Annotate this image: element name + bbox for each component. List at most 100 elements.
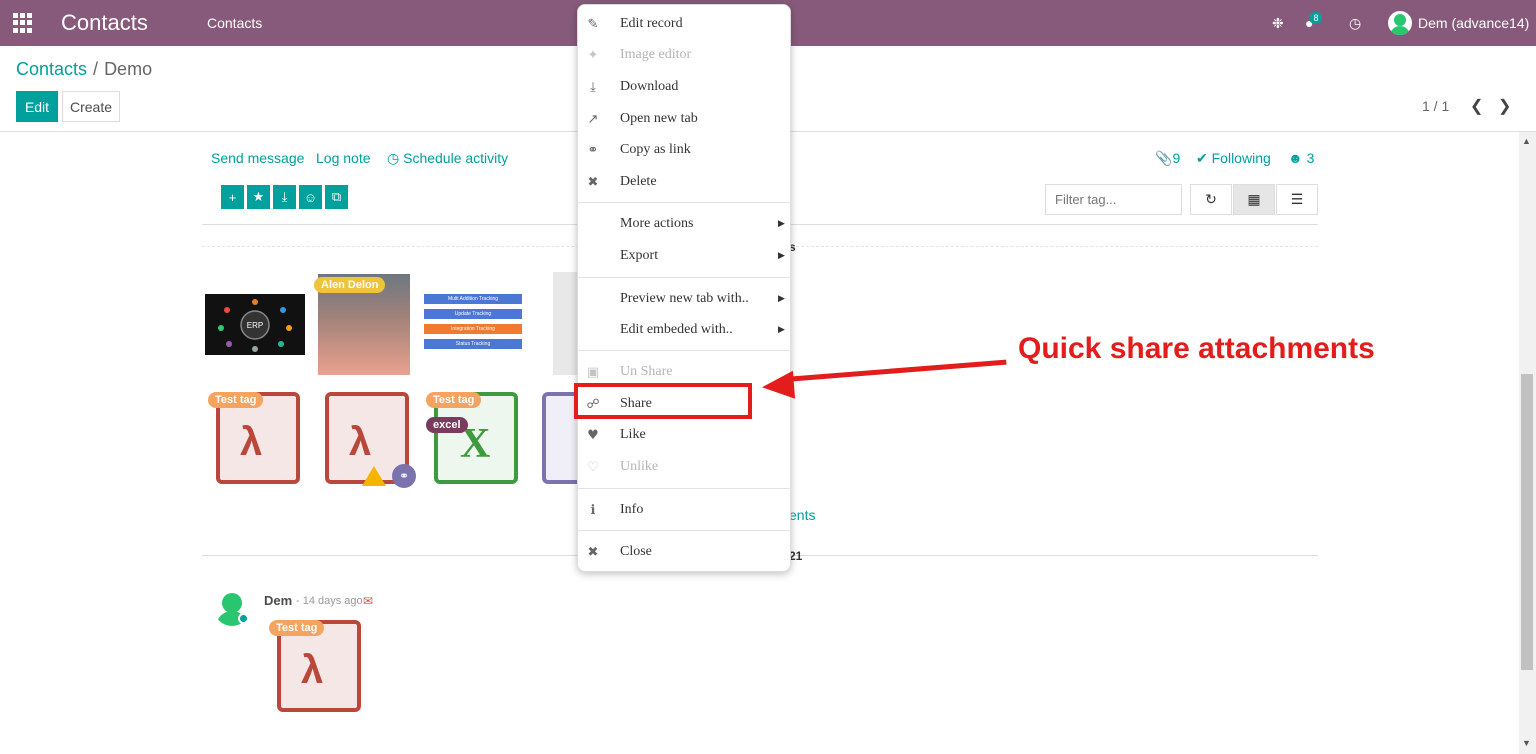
- scrollbar-thumb[interactable]: [1521, 374, 1533, 670]
- following-label: Following: [1211, 150, 1271, 166]
- menu-info[interactable]: ℹ Info: [578, 496, 792, 524]
- filter-tag-input[interactable]: [1045, 184, 1182, 215]
- edit-icon: ✎: [587, 16, 599, 32]
- menu-delete[interactable]: ✖ Delete: [578, 168, 792, 196]
- menu-edit-embeded[interactable]: Edit embeded with.. ▶: [578, 316, 792, 344]
- breadcrumb-separator: /: [93, 59, 99, 79]
- breadcrumb: Contacts / Demo: [16, 59, 152, 80]
- external-link-icon: ↗: [587, 111, 599, 127]
- scroll-down-icon[interactable]: ▼: [1522, 738, 1531, 748]
- screenshot-thumbnail[interactable]: [553, 272, 578, 375]
- add-attachment-button[interactable]: +: [221, 185, 244, 209]
- submenu-arrow-icon: ▶: [778, 294, 785, 304]
- menu-label: Download: [620, 79, 679, 94]
- attachment-context-menu: ✎ Edit record ✦ Image editor ⤓ Download ↗ Op…: [577, 4, 792, 572]
- menu-open-new-tab[interactable]: ↗ Open new tab: [578, 105, 792, 133]
- followers-count[interactable]: ☻ 3: [1288, 150, 1314, 166]
- kanban-view-icon[interactable]: ▦: [1233, 184, 1275, 215]
- menu-label: Info: [620, 502, 644, 517]
- following-button[interactable]: ✔ Following: [1196, 150, 1271, 167]
- annotation-arrow-line: [784, 359, 1007, 382]
- refresh-icon[interactable]: ↻: [1190, 184, 1232, 215]
- submenu-arrow-icon: ▶: [778, 219, 785, 229]
- menu-contacts[interactable]: Contacts: [207, 15, 262, 31]
- message-tag: Test tag: [269, 620, 325, 636]
- envelope-icon: ✉: [363, 594, 374, 608]
- clock-icon: ◷: [387, 150, 404, 166]
- menu-label: Delete: [620, 174, 657, 189]
- menu-download[interactable]: ⤓ Download: [578, 73, 792, 101]
- star-button[interactable]: ★: [247, 185, 270, 209]
- message-date: - 14 days ago: [296, 595, 363, 607]
- attachments-link-partial[interactable]: ents: [789, 507, 815, 523]
- menu-more-actions[interactable]: More actions ▶: [578, 210, 792, 238]
- attachment-toolbar: + ★ ⤓ ☺ ⧉: [221, 185, 348, 209]
- create-button[interactable]: Create: [62, 91, 120, 122]
- share-square-icon: ▣: [586, 364, 600, 380]
- pager-next-icon[interactable]: ❯: [1498, 96, 1511, 116]
- scroll-up-icon[interactable]: ▲: [1522, 136, 1531, 146]
- tag-alen-delon: Alen Delon: [314, 277, 386, 293]
- user-avatar: [1388, 11, 1412, 35]
- menu-label: Preview new tab with..: [620, 291, 749, 306]
- pager-value[interactable]: 1 / 1: [1422, 98, 1449, 114]
- activity-clock-icon[interactable]: ◷: [1349, 0, 1361, 46]
- bar-1: Multi Addition Tracking: [424, 294, 522, 304]
- menu-edit-record[interactable]: ✎ Edit record: [578, 10, 792, 38]
- breadcrumb-contacts[interactable]: Contacts: [16, 59, 87, 79]
- submenu-arrow-icon: ▶: [778, 325, 785, 335]
- erp-image-thumbnail[interactable]: ERP: [205, 294, 305, 355]
- menu-label: Close: [620, 544, 652, 559]
- schedule-activity-link[interactable]: ◷ Schedule activity: [387, 150, 508, 167]
- message-author[interactable]: Dem: [264, 593, 292, 608]
- link-icon: ⚭: [587, 142, 599, 158]
- users-button[interactable]: ☺: [299, 185, 322, 209]
- paperclip-icon: 📎: [1155, 150, 1173, 166]
- edit-button[interactable]: Edit: [16, 91, 58, 122]
- menu-divider: [578, 202, 792, 203]
- pdf-glyph-icon: λ: [301, 648, 324, 692]
- menu-divider: [578, 530, 792, 531]
- download-button[interactable]: ⤓: [273, 185, 296, 209]
- menu-label: More actions: [620, 216, 694, 231]
- menu-like[interactable]: ♥ Like: [578, 421, 792, 449]
- menu-label: Un Share: [620, 364, 673, 379]
- user-menu[interactable]: Dem (advance14): [1388, 0, 1529, 46]
- menu-divider: [578, 350, 792, 351]
- menu-un-share[interactable]: ▣ Un Share: [578, 358, 792, 386]
- tracking-image-thumbnail[interactable]: Multi Addition Tracking Update Tracking …: [424, 294, 522, 354]
- menu-label: Edit embeded with..: [620, 322, 733, 337]
- menu-close[interactable]: ✖ Close: [578, 538, 792, 566]
- menu-preview-new-tab[interactable]: Preview new tab with.. ▶: [578, 285, 792, 313]
- close-icon: ✖: [587, 544, 599, 560]
- menu-label: Open new tab: [620, 111, 698, 126]
- apps-grid-icon[interactable]: [13, 13, 33, 33]
- menu-unlike[interactable]: ♡ Unlike: [578, 453, 792, 481]
- link-badge-icon: ⚭: [392, 464, 416, 488]
- tag-excel: excel: [426, 417, 468, 433]
- bar-3: Integration Tracking: [424, 324, 522, 334]
- copy-button[interactable]: ⧉: [325, 185, 348, 209]
- annotation-arrow-head: [760, 370, 796, 402]
- document-file-icon[interactable]: [542, 392, 578, 484]
- info-icon: ℹ: [590, 502, 596, 518]
- menu-image-editor[interactable]: ✦ Image editor: [578, 41, 792, 69]
- send-message-link[interactable]: Send message: [211, 150, 304, 166]
- pdf-glyph-icon: λ: [240, 420, 263, 464]
- debug-bug-icon[interactable]: ❉: [1272, 0, 1284, 46]
- submenu-arrow-icon: ▶: [778, 251, 785, 261]
- log-note-link[interactable]: Log note: [316, 150, 371, 166]
- magic-wand-icon: ✦: [587, 47, 599, 63]
- close-icon: ✖: [587, 174, 599, 190]
- followers-count-value: 3: [1306, 150, 1315, 166]
- menu-export[interactable]: Export ▶: [578, 242, 792, 270]
- list-view-icon[interactable]: ☰: [1276, 184, 1318, 215]
- pager-prev-icon[interactable]: ❮: [1470, 96, 1483, 116]
- chat-icon[interactable]: ● 8: [1305, 0, 1323, 46]
- google-drive-icon: [362, 466, 386, 486]
- tag-test: Test tag: [208, 392, 264, 408]
- menu-label: Copy as link: [620, 142, 691, 157]
- menu-copy-as-link[interactable]: ⚭ Copy as link: [578, 136, 792, 164]
- attachment-count[interactable]: 📎9: [1155, 150, 1180, 167]
- schedule-activity-label: Schedule activity: [403, 150, 509, 166]
